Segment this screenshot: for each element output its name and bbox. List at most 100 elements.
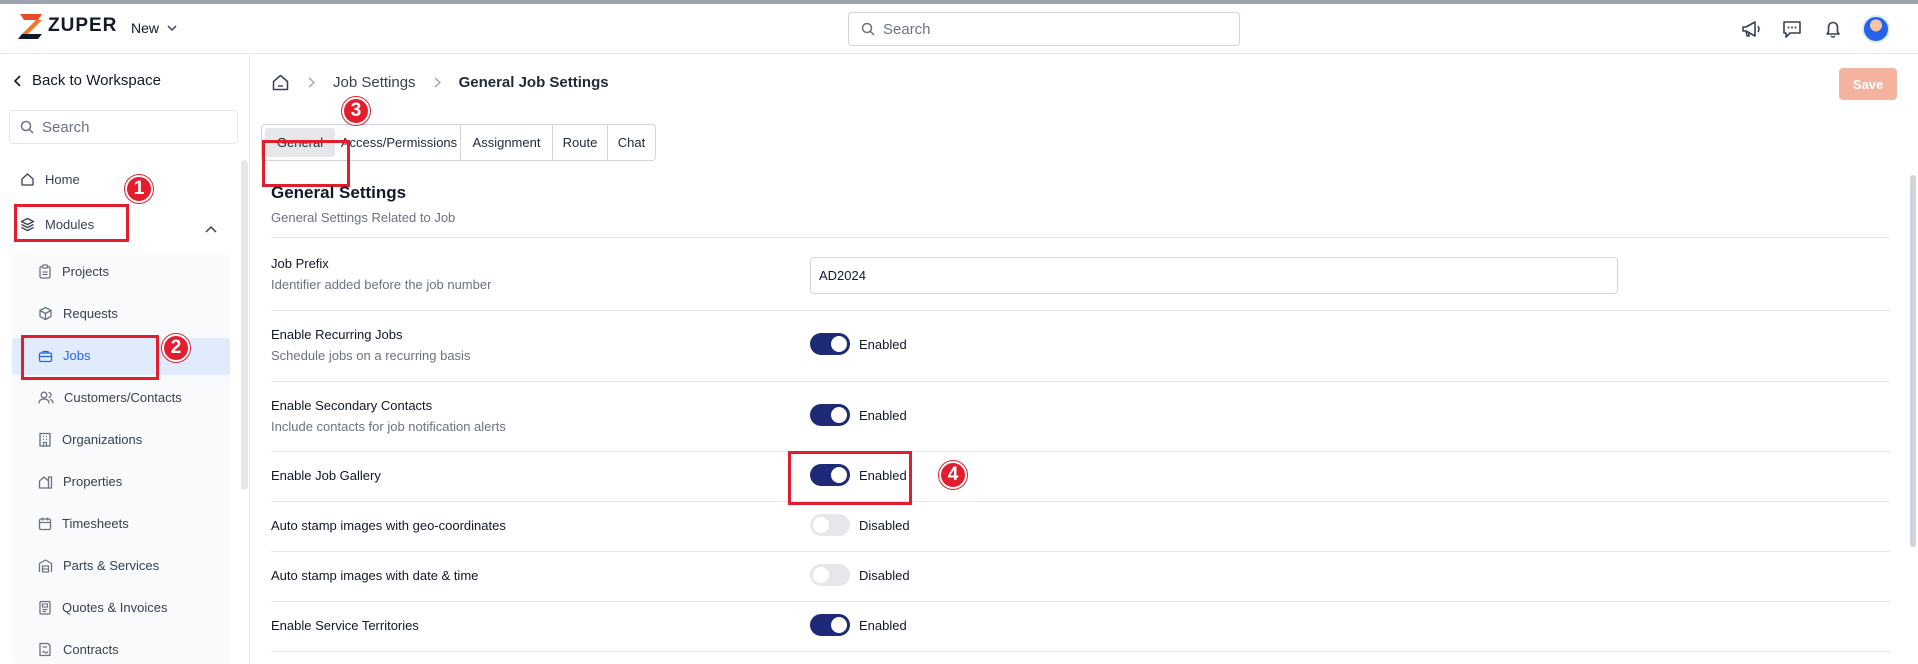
divider [271,310,1890,311]
recurring-jobs-desc: Schedule jobs on a recurring basis [271,348,471,363]
annotation-box-4 [788,451,912,505]
recurring-jobs-state: Enabled [859,337,907,352]
sidebar-item-timesheets[interactable]: Timesheets [38,516,129,531]
toggle-knob [813,517,829,533]
sidebar-item-label: Contracts [63,642,119,657]
sidebar: Back to Workspace Search Home Modules Pr… [0,55,250,664]
tab-assignment[interactable]: Assignment [461,125,553,160]
sidebar-search-input[interactable]: Search [9,110,238,144]
clipboard-icon [39,264,51,279]
annotation-badge-1: 1 [125,175,153,203]
annotation-box-1 [14,204,129,242]
job-gallery-label: Enable Job Gallery [271,468,381,483]
geo-stamp-state: Disabled [859,518,910,533]
sidebar-item-projects[interactable]: Projects [38,264,109,279]
breadcrumb-job-settings[interactable]: Job Settings [333,74,416,91]
tab-route[interactable]: Route [553,125,608,160]
bell-icon[interactable] [1821,17,1845,41]
sidebar-item-label: Organizations [62,432,143,447]
section-subtitle: General Settings Related to Job [271,210,456,225]
annotation-box-3 [262,140,350,187]
annotation-badge-3: 3 [342,97,370,125]
sidebar-item-label: Quotes & Invoices [62,600,168,615]
sidebar-search-placeholder: Search [42,118,90,136]
save-button[interactable]: Save [1839,68,1897,100]
warehouse-icon [38,559,53,573]
job-prefix-label: Job Prefix [271,256,329,271]
sidebar-item-quotes-invoices[interactable]: Quotes & Invoices [38,600,168,615]
datetime-stamp-label: Auto stamp images with date & time [271,568,479,583]
property-icon [38,476,53,489]
toggle-knob [831,407,847,423]
sidebar-item-label: Timesheets [62,516,129,531]
home-icon [21,173,34,186]
chevron-left-icon [14,74,21,87]
annotation-badge-4: 4 [939,461,967,489]
sidebar-item-label: Parts & Services [63,558,160,573]
global-search-placeholder: Search [883,20,931,38]
job-prefix-desc: Identifier added before the job number [271,277,492,292]
service-territories-toggle[interactable] [810,614,850,636]
search-icon [861,22,875,36]
back-to-workspace-link[interactable]: Back to Workspace [14,72,161,89]
tab-chat[interactable]: Chat [608,125,655,160]
divider [271,501,1890,502]
service-territories-label: Enable Service Territories [271,618,419,633]
top-actions [1739,15,1890,43]
megaphone-icon[interactable] [1739,17,1763,41]
recurring-jobs-toggle[interactable] [810,333,850,355]
sidebar-item-properties[interactable]: Properties [38,474,122,489]
geo-stamp-label: Auto stamp images with geo-coordinates [271,518,506,533]
divider [271,237,1890,238]
brand-name: ZUPER [48,15,118,36]
building-icon [39,432,51,447]
main-content: Job Settings General Job Settings Save G… [250,55,1918,664]
sidebar-item-home[interactable]: Home [20,172,80,187]
datetime-stamp-state: Disabled [859,568,910,583]
job-prefix-input[interactable]: AD2024 [810,257,1618,294]
home-icon[interactable] [271,73,290,92]
sidebar-item-contracts[interactable]: Contracts [38,642,119,657]
search-icon [20,120,34,134]
users-icon [38,391,54,404]
datetime-stamp-toggle[interactable] [810,564,850,586]
back-label: Back to Workspace [32,72,161,89]
global-search-input[interactable]: Search [848,12,1240,46]
divider [271,651,1890,652]
zuper-logo[interactable]: ZUPER [18,12,117,40]
chevron-right-icon [308,77,315,88]
sidebar-item-label: Customers/Contacts [64,390,182,405]
secondary-contacts-desc: Include contacts for job notification al… [271,419,506,434]
new-label: New [131,20,160,36]
secondary-contacts-toggle[interactable] [810,404,850,426]
chevron-up-icon[interactable] [205,225,217,233]
divider [271,601,1890,602]
chevron-down-icon [167,25,177,32]
chat-icon[interactable] [1780,17,1804,41]
avatar[interactable] [1862,15,1890,43]
toggle-knob [831,617,847,633]
content-scrollbar[interactable] [1910,175,1916,547]
sidebar-item-label: Requests [63,306,118,321]
sidebar-item-organizations[interactable]: Organizations [38,432,142,447]
recurring-jobs-label: Enable Recurring Jobs [271,327,403,342]
geo-stamp-toggle[interactable] [810,514,850,536]
sidebar-scrollbar[interactable] [241,160,248,490]
sidebar-item-label: Properties [63,474,123,489]
new-dropdown-button[interactable]: New [131,20,177,36]
sidebar-item-label: Projects [62,264,109,279]
sidebar-item-customers-contacts[interactable]: Customers/Contacts [38,390,182,405]
sidebar-item-requests[interactable]: Requests [38,306,118,321]
calendar-icon [38,517,52,531]
secondary-contacts-label: Enable Secondary Contacts [271,398,433,413]
section-title: General Settings [271,183,407,202]
tab-access-permissions[interactable]: Access/Permissions [338,125,461,160]
chevron-right-icon [434,77,441,88]
sidebar-item-parts-services[interactable]: Parts & Services [38,558,159,573]
sidebar-item-label: Home [45,172,80,187]
divider [271,381,1890,382]
toggle-knob [831,336,847,352]
contract-icon [39,642,51,657]
invoice-icon [39,600,51,615]
job-prefix-value: AD2024 [819,268,866,283]
